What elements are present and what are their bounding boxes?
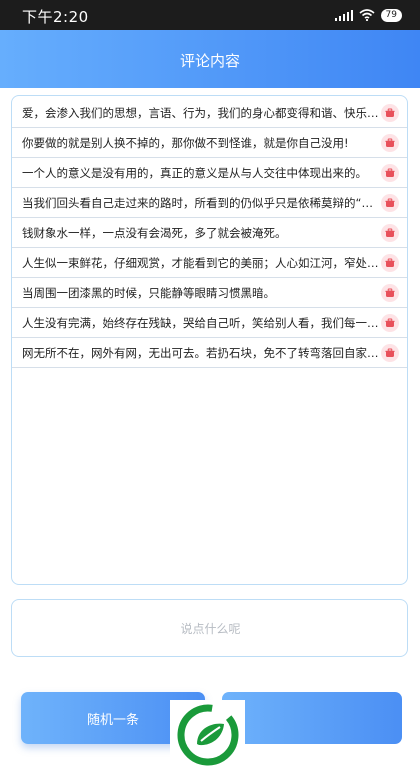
delete-icon[interactable] <box>381 194 399 212</box>
comment-row[interactable]: 你要做的就是别人换不掉的，那你做不到怪谁，就是你自己没用! <box>12 128 407 158</box>
comment-text: 人生似一束鲜花，仔细观赏，才能看到它的美丽；人心如江河，窄处水花… <box>22 256 382 270</box>
comment-row[interactable]: 当我们回头看自己走过来的路时，所看到的仍似乎只是依稀莫辩的“或… <box>12 188 407 218</box>
comment-text: 你要做的就是别人换不掉的，那你做不到怪谁，就是你自己没用! <box>22 136 349 150</box>
comment-row[interactable]: 当周围一团漆黑的时候，只能静等眼睛习惯黑暗。 <box>12 278 407 308</box>
comment-text: 一个人的意义是没有用的，真正的意义是从与人交往中体现出来的。 <box>22 166 367 180</box>
signal-icon <box>334 9 353 21</box>
comment-row[interactable]: 网无所不在，网外有网，无出可去。若扔石块，免不了转弯落回自家头上… <box>12 338 407 368</box>
header-bar: 评论内容 <box>0 30 420 88</box>
wifi-icon <box>359 9 375 21</box>
comment-text: 爱，会渗入我们的思想，言语、行为，我们的身心都变得和谐、快乐、轻… <box>22 106 382 120</box>
comment-input[interactable] <box>14 602 407 656</box>
delete-icon[interactable] <box>381 254 399 272</box>
comment-text: 网无所不在，网外有网，无出可去。若扔石块，免不了转弯落回自家头上… <box>22 346 382 360</box>
comment-text: 当周围一团漆黑的时候，只能静等眼睛习惯黑暗。 <box>22 286 275 300</box>
comment-list[interactable]: 爱，会渗入我们的思想，言语、行为，我们的身心都变得和谐、快乐、轻… 你要做的就是别… <box>11 95 408 585</box>
comment-text: 钱财象水一样，一点没有会渴死，多了就会被淹死。 <box>22 226 287 240</box>
status-bar: 下午2:20 79 <box>0 0 420 30</box>
delete-icon[interactable] <box>381 164 399 182</box>
leaf-logo-icon <box>170 700 245 770</box>
page-title: 评论内容 <box>179 52 240 70</box>
comment-row[interactable]: 人生没有完满，始终存在残缺，哭给自己听，笑给别人看，我们每一个人… <box>12 308 407 338</box>
delete-icon[interactable] <box>381 104 399 122</box>
comment-row[interactable]: 爱，会渗入我们的思想，言语、行为，我们的身心都变得和谐、快乐、轻… <box>12 98 407 128</box>
secondary-button[interactable] <box>222 692 402 744</box>
delete-icon[interactable] <box>381 284 399 302</box>
delete-icon[interactable] <box>381 224 399 242</box>
status-time: 下午2:20 <box>22 8 89 26</box>
comment-row[interactable]: 人生似一束鲜花，仔细观赏，才能看到它的美丽；人心如江河，窄处水花… <box>12 248 407 278</box>
comment-text: 当我们回头看自己走过来的路时，所看到的仍似乎只是依稀莫辩的“或… <box>22 196 382 210</box>
comment-input-box[interactable] <box>11 599 408 657</box>
comment-row[interactable]: 钱财象水一样，一点没有会渴死，多了就会被淹死。 <box>12 218 407 248</box>
random-button-label: 随机一条 <box>86 712 139 728</box>
delete-icon[interactable] <box>381 344 399 362</box>
delete-icon[interactable] <box>381 134 399 152</box>
battery-indicator: 79 <box>380 8 402 22</box>
delete-icon[interactable] <box>381 314 399 332</box>
status-icons: 79 <box>334 7 402 23</box>
comment-row[interactable]: 一个人的意义是没有用的，真正的意义是从与人交往中体现出来的。 <box>12 158 407 188</box>
comment-text: 人生没有完满，始终存在残缺，哭给自己听，笑给别人看，我们每一个人… <box>22 316 382 330</box>
